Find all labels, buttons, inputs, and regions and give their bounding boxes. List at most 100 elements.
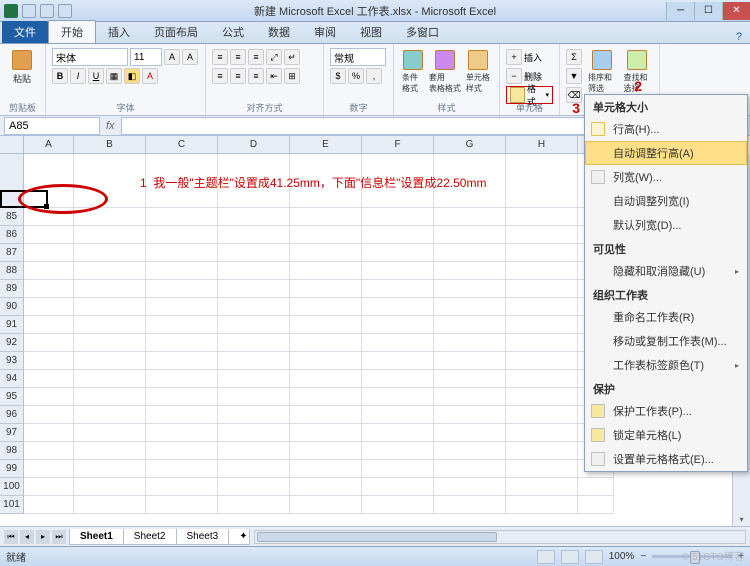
cell-B97[interactable]	[74, 424, 146, 442]
decrease-font-icon[interactable]: A	[182, 49, 198, 65]
cell-D94[interactable]	[218, 370, 290, 388]
fx-icon[interactable]: fx	[100, 120, 121, 132]
cell-A97[interactable]	[24, 424, 74, 442]
cell-I100[interactable]	[578, 478, 614, 496]
cell-B90[interactable]	[74, 298, 146, 316]
select-all-corner[interactable]	[0, 136, 24, 154]
sheet-tab-2[interactable]: Sheet2	[123, 529, 177, 545]
cell-C86[interactable]	[146, 226, 218, 244]
sheet-nav-last[interactable]: ⏭	[52, 530, 66, 544]
insert-cells-icon[interactable]: +	[506, 49, 522, 65]
menu-hide-unhide[interactable]: 隐藏和取消隐藏(U)▸	[585, 259, 747, 283]
cell-F95[interactable]	[362, 388, 434, 406]
cell-styles-button[interactable]: 单元格样式	[464, 48, 493, 96]
cell-H87[interactable]	[506, 244, 578, 262]
cell-H101[interactable]	[506, 496, 578, 514]
minimize-button[interactable]: ─	[666, 2, 694, 20]
cell-H100[interactable]	[506, 478, 578, 496]
row-header-97[interactable]: 97	[0, 424, 24, 442]
cell-H88[interactable]	[506, 262, 578, 280]
cell-A85[interactable]	[24, 208, 74, 226]
cell-G85[interactable]	[434, 208, 506, 226]
cell-D97[interactable]	[218, 424, 290, 442]
scroll-down-icon[interactable]: ▾	[733, 512, 750, 526]
row-header-85[interactable]: 85	[0, 208, 24, 226]
view-pagebreak-icon[interactable]	[585, 550, 603, 564]
cell-H95[interactable]	[506, 388, 578, 406]
col-header-F[interactable]: F	[362, 136, 434, 154]
cell-C97[interactable]	[146, 424, 218, 442]
cell-C98[interactable]	[146, 442, 218, 460]
cell-E101[interactable]	[290, 496, 362, 514]
cell-G98[interactable]	[434, 442, 506, 460]
name-box[interactable]: A85	[4, 117, 100, 135]
cell-D101[interactable]	[218, 496, 290, 514]
sheet-nav-prev[interactable]: ◂	[20, 530, 34, 544]
cell-H96[interactable]	[506, 406, 578, 424]
align-right-icon[interactable]: ≡	[248, 68, 264, 84]
cell-E97[interactable]	[290, 424, 362, 442]
cell-H92[interactable]	[506, 334, 578, 352]
cell-D100[interactable]	[218, 478, 290, 496]
cell-G96[interactable]	[434, 406, 506, 424]
cell-C89[interactable]	[146, 280, 218, 298]
wrap-text-icon[interactable]: ↵	[284, 49, 300, 65]
cell-E85[interactable]	[290, 208, 362, 226]
cell-D90[interactable]	[218, 298, 290, 316]
cell-A95[interactable]	[24, 388, 74, 406]
cell-A88[interactable]	[24, 262, 74, 280]
increase-font-icon[interactable]: A	[164, 49, 180, 65]
cell-B94[interactable]	[74, 370, 146, 388]
cell-B96[interactable]	[74, 406, 146, 424]
table-format-button[interactable]: 套用 表格格式	[430, 48, 460, 96]
cell-C94[interactable]	[146, 370, 218, 388]
align-center-icon[interactable]: ≡	[230, 68, 246, 84]
merge-icon[interactable]: ⊞	[284, 68, 300, 84]
cell-C101[interactable]	[146, 496, 218, 514]
row-header-blank[interactable]	[0, 154, 24, 208]
row-header-90[interactable]: 90	[0, 298, 24, 316]
menu-format-cells[interactable]: 设置单元格格式(E)...	[585, 447, 747, 471]
cell-H89[interactable]	[506, 280, 578, 298]
align-bottom-icon[interactable]: ≡	[248, 49, 264, 65]
cell-A90[interactable]	[24, 298, 74, 316]
row-header-100[interactable]: 100	[0, 478, 24, 496]
cell-E99[interactable]	[290, 460, 362, 478]
qat-redo-icon[interactable]	[58, 4, 72, 18]
cell-E95[interactable]	[290, 388, 362, 406]
cell-C91[interactable]	[146, 316, 218, 334]
row-header-87[interactable]: 87	[0, 244, 24, 262]
number-format-combo[interactable]: 常规	[330, 48, 386, 66]
sheet-tab-1[interactable]: Sheet1	[69, 529, 124, 545]
cell-B95[interactable]	[74, 388, 146, 406]
cell-H[interactable]	[506, 154, 578, 208]
border-button[interactable]: ▦	[106, 68, 122, 84]
menu-lock-cell[interactable]: 锁定单元格(L)	[585, 423, 747, 447]
cell-E94[interactable]	[290, 370, 362, 388]
cell-A87[interactable]	[24, 244, 74, 262]
italic-button[interactable]: I	[70, 68, 86, 84]
conditional-format-button[interactable]: 条件格式	[400, 48, 426, 96]
tab-formulas[interactable]: 公式	[210, 21, 256, 43]
cell-D86[interactable]	[218, 226, 290, 244]
cell-F92[interactable]	[362, 334, 434, 352]
qat-undo-icon[interactable]	[40, 4, 54, 18]
cell-B92[interactable]	[74, 334, 146, 352]
cell-A[interactable]	[24, 154, 74, 208]
horizontal-scrollbar[interactable]	[254, 530, 746, 544]
cell-H90[interactable]	[506, 298, 578, 316]
cell-A86[interactable]	[24, 226, 74, 244]
delete-cells-icon[interactable]: −	[506, 68, 522, 84]
cell-F100[interactable]	[362, 478, 434, 496]
cell-C92[interactable]	[146, 334, 218, 352]
font-color-button[interactable]: A	[142, 68, 158, 84]
tab-home[interactable]: 开始	[48, 20, 96, 43]
cell-D96[interactable]	[218, 406, 290, 424]
menu-protect-sheet[interactable]: 保护工作表(P)...	[585, 399, 747, 423]
cell-A91[interactable]	[24, 316, 74, 334]
row-header-93[interactable]: 93	[0, 352, 24, 370]
view-normal-icon[interactable]	[537, 550, 555, 564]
cell-H86[interactable]	[506, 226, 578, 244]
cell-E96[interactable]	[290, 406, 362, 424]
tab-view[interactable]: 视图	[348, 21, 394, 43]
